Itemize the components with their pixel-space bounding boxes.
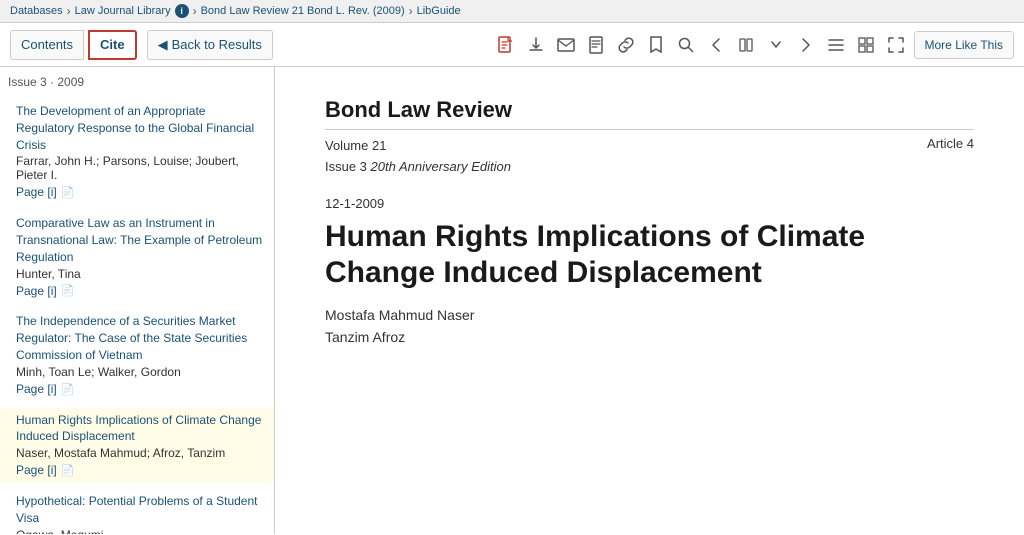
next-icon[interactable]	[792, 31, 820, 59]
pdf-small-icon-1: 📄	[61, 186, 75, 199]
sidebar-item-3-author: Minh, Toan Le; Walker, Gordon	[16, 365, 264, 379]
article-content: Bond Law Review Volume 21 Issue 3 20th A…	[275, 67, 1024, 534]
sidebar-item-1-page: Page [i] 📄	[16, 184, 264, 201]
tab-cite[interactable]: Cite	[88, 30, 137, 60]
sidebar-item-3-title[interactable]: The Independence of a Securities Market …	[16, 314, 247, 362]
sidebar-item-4: Human Rights Implications of Climate Cha…	[0, 408, 274, 483]
article-number: Article 4	[927, 136, 974, 178]
sidebar-item-2-author: Hunter, Tina	[16, 267, 264, 281]
pdf-icon[interactable]	[492, 31, 520, 59]
sidebar-item-3: The Independence of a Securities Market …	[0, 309, 274, 401]
pdf-small-icon-3: 📄	[61, 383, 75, 396]
download-icon[interactable]	[522, 31, 550, 59]
pdf-small-icon-2: 📄	[61, 284, 75, 297]
sidebar-item-1-title[interactable]: The Development of an Appropriate Regula…	[16, 104, 254, 152]
article-volume: Volume 21	[325, 136, 511, 157]
toolbar-icon-group	[492, 31, 910, 59]
sidebar-item-5: Hypothetical: Potential Problems of a St…	[0, 489, 274, 534]
sidebar-item-2: Comparative Law as an Instrument in Tran…	[0, 211, 274, 303]
email-icon[interactable]	[552, 31, 580, 59]
tab-contents[interactable]: Contents	[10, 30, 84, 60]
sidebar-item-2-title[interactable]: Comparative Law as an Instrument in Tran…	[16, 216, 262, 264]
bookmark-icon[interactable]	[642, 31, 670, 59]
sidebar-item-2-page: Page [i] 📄	[16, 283, 264, 300]
sidebar-item-1-author: Farrar, John H.; Parsons, Louise; Jouber…	[16, 154, 264, 182]
back-arrow-icon: ◀	[158, 37, 168, 53]
sidebar-item-5-title[interactable]: Hypothetical: Potential Problems of a St…	[16, 494, 257, 525]
article-journal-title: Bond Law Review	[325, 97, 974, 123]
more-like-this-button[interactable]: More Like This	[914, 31, 1014, 59]
dual-bar-icon[interactable]	[732, 31, 760, 59]
article-meta-left: Volume 21 Issue 3 20th Anniversary Editi…	[325, 136, 511, 178]
sidebar: Issue 3 · 2009 The Development of an App…	[0, 67, 275, 534]
article-author-2: Tanzim Afroz	[325, 329, 974, 345]
breadcrumb-libguide[interactable]: LibGuide	[417, 5, 461, 17]
breadcrumb-sep-3: ›	[409, 4, 413, 18]
back-to-results-button[interactable]: ◀ Back to Results	[147, 30, 273, 60]
breadcrumb-sep-2: ›	[193, 4, 197, 18]
sidebar-item-5-author: Ogawa, Megumi	[16, 528, 264, 534]
document-icon[interactable]	[582, 31, 610, 59]
grid-view-icon[interactable]	[852, 31, 880, 59]
article-divider	[325, 129, 974, 130]
article-title: Human Rights Implications of Climate Cha…	[325, 219, 974, 291]
prev-icon[interactable]	[702, 31, 730, 59]
article-meta-row: Volume 21 Issue 3 20th Anniversary Editi…	[325, 136, 974, 178]
search-icon[interactable]	[672, 31, 700, 59]
breadcrumb: Databases › Law Journal Library i › Bond…	[0, 0, 1024, 23]
sidebar-item-1: The Development of an Appropriate Regula…	[0, 99, 274, 205]
sidebar-item-4-title[interactable]: Human Rights Implications of Climate Cha…	[16, 413, 261, 444]
breadcrumb-law-journal[interactable]: Law Journal Library	[75, 5, 171, 17]
breadcrumb-bond-review[interactable]: Bond Law Review 21 Bond L. Rev. (2009)	[201, 5, 405, 17]
dropdown-icon[interactable]	[762, 31, 790, 59]
article-date: 12-1-2009	[325, 196, 974, 211]
main-layout: Issue 3 · 2009 The Development of an App…	[0, 67, 1024, 534]
expand-icon[interactable]	[882, 31, 910, 59]
info-icon[interactable]: i	[175, 4, 189, 18]
link-icon[interactable]	[612, 31, 640, 59]
article-author-1: Mostafa Mahmud Naser	[325, 307, 974, 323]
sidebar-item-4-page: Page [i] 📄	[16, 462, 264, 479]
list-view-icon[interactable]	[822, 31, 850, 59]
breadcrumb-sep-1: ›	[67, 4, 71, 18]
sidebar-header: Issue 3 · 2009	[0, 73, 274, 93]
toolbar: Contents Cite ◀ Back to Results	[0, 23, 1024, 67]
breadcrumb-databases[interactable]: Databases	[10, 5, 63, 17]
article-issue: Issue 3 20th Anniversary Edition	[325, 157, 511, 178]
sidebar-item-3-page: Page [i] 📄	[16, 381, 264, 398]
pdf-small-icon-4: 📄	[61, 464, 75, 477]
sidebar-item-4-author: Naser, Mostafa Mahmud; Afroz, Tanzim	[16, 446, 264, 460]
